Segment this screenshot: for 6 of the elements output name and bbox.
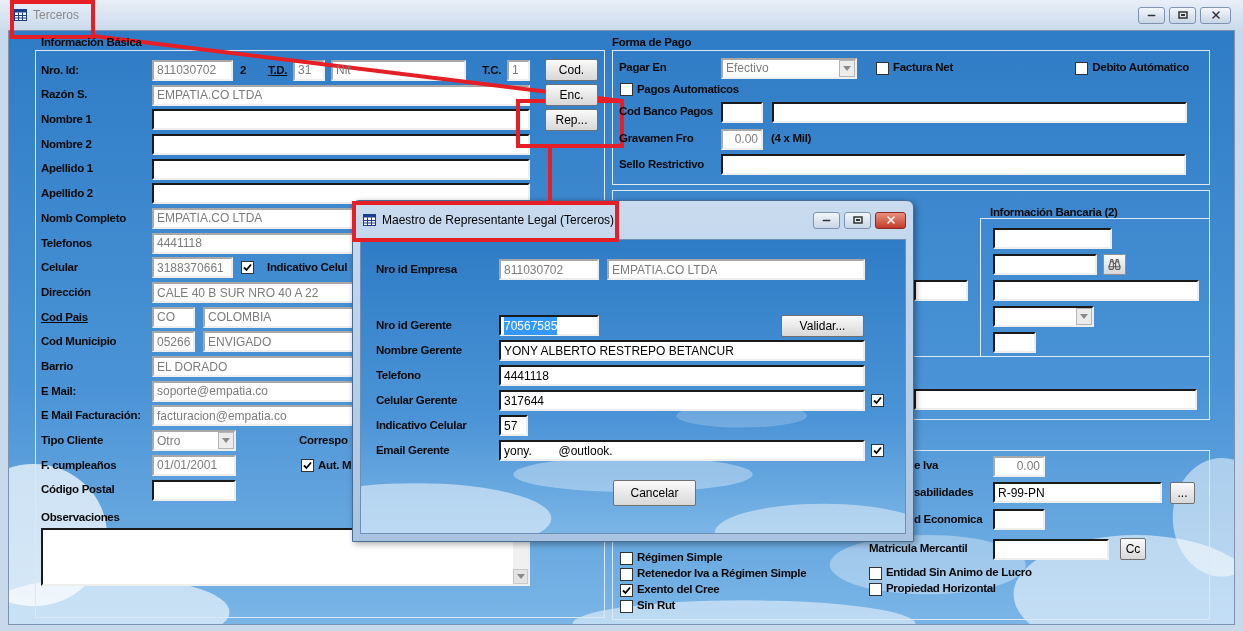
window-title: Terceros — [33, 7, 79, 24]
restore-icon — [1177, 11, 1188, 19]
close-button[interactable] — [1200, 6, 1231, 24]
close-icon — [1209, 9, 1222, 21]
table-icon — [14, 9, 27, 21]
maximize-button[interactable] — [1169, 6, 1196, 24]
